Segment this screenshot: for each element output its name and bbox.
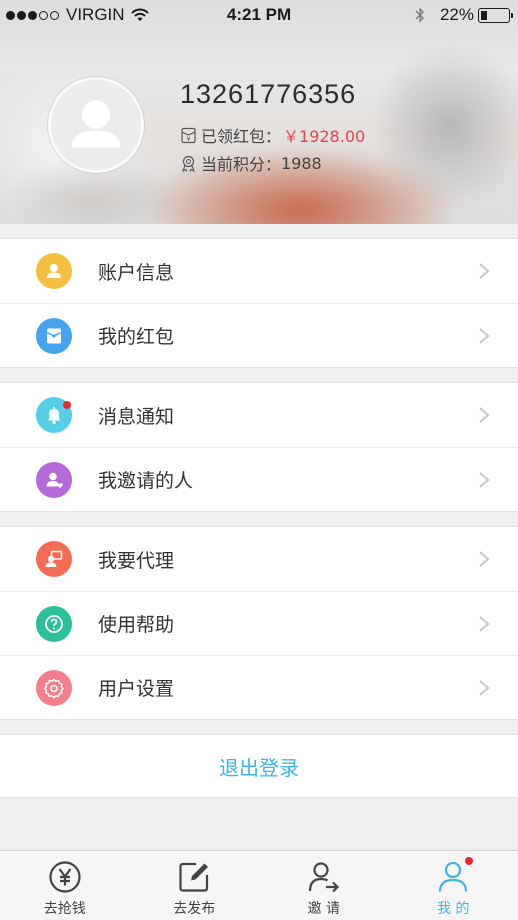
chevron-right-icon	[479, 616, 490, 632]
tab-bar: 去抢钱 去发布 邀 请 我 的	[0, 850, 518, 920]
status-bar: VIRGIN 4:21 PM 22%	[0, 0, 518, 30]
menu-item-become-agent[interactable]: 我要代理	[0, 527, 518, 591]
battery-icon	[478, 7, 513, 23]
menu-item-help[interactable]: 使用帮助	[0, 591, 518, 655]
medal-icon	[182, 155, 195, 172]
tab-label: 邀 请	[307, 901, 340, 917]
red-packet-icon	[36, 318, 72, 354]
chevron-right-icon	[479, 263, 490, 279]
chevron-right-icon	[479, 680, 490, 696]
menu-item-invited-people[interactable]: 我邀请的人	[0, 447, 518, 511]
menu-label: 用户设置	[98, 678, 175, 700]
invite-user-icon	[308, 862, 339, 893]
menu-group-social: 消息通知 我邀请的人	[0, 382, 518, 512]
red-packet-small-icon: ¥	[181, 127, 196, 143]
menu-label: 我邀请的人	[98, 470, 194, 492]
edit-icon	[179, 862, 209, 892]
points-summary: 当前积分： 1988	[180, 151, 322, 175]
tab-badge	[464, 857, 473, 865]
red-packet-label: 已领红包：	[201, 127, 282, 146]
battery-percent: 22%	[439, 5, 474, 24]
menu-label: 使用帮助	[98, 614, 175, 636]
menu-label: 消息通知	[98, 405, 175, 428]
chevron-right-icon	[479, 328, 490, 344]
settings-icon	[36, 670, 72, 706]
points-value: 1988	[281, 153, 322, 173]
account-info-icon	[36, 253, 72, 289]
menu-label: 账户信息	[98, 261, 175, 284]
tab-label: 去抢钱	[43, 901, 86, 917]
tab-me[interactable]: 我 的	[389, 851, 518, 920]
menu-item-account-info[interactable]: 账户信息	[0, 239, 518, 303]
notification-badge	[63, 401, 71, 409]
agent-icon	[36, 541, 72, 577]
chevron-right-icon	[479, 407, 490, 423]
menu-group-misc: 我要代理 使用帮助 用户设置	[0, 526, 518, 720]
menu-item-my-red-packet[interactable]: 我的红包	[0, 303, 518, 367]
tab-label: 我 的	[437, 901, 470, 917]
logout-button[interactable]: 退出登录	[0, 734, 518, 798]
menu-group-account: 账户信息 我的红包	[0, 238, 518, 368]
tab-grab-money[interactable]: 去抢钱	[0, 851, 130, 920]
me-icon	[439, 861, 468, 892]
menu-label: 我的红包	[98, 326, 175, 348]
tab-publish[interactable]: 去发布	[130, 851, 260, 920]
menu-item-notifications[interactable]: 消息通知	[0, 383, 518, 447]
menu-item-user-settings[interactable]: 用户设置	[0, 655, 518, 719]
points-label: 当前积分：	[201, 155, 282, 174]
svg-text:¥: ¥	[187, 136, 191, 143]
yen-coin-icon	[49, 861, 81, 893]
chevron-right-icon	[479, 472, 490, 488]
avatar[interactable]	[48, 77, 144, 173]
tab-label: 去发布	[173, 901, 216, 917]
menu-label: 我要代理	[98, 549, 175, 572]
user-phone-number: 13261776356	[180, 79, 357, 109]
tab-invite[interactable]: 邀 请	[259, 851, 389, 920]
help-icon	[36, 606, 72, 642]
bluetooth-icon	[415, 7, 424, 23]
invited-people-icon	[36, 462, 72, 498]
default-user-icon	[51, 80, 141, 170]
chevron-right-icon	[479, 551, 490, 567]
red-packet-summary: ¥ 已领红包： ￥1928.00	[180, 123, 365, 147]
red-packet-amount: ￥1928.00	[283, 127, 366, 146]
